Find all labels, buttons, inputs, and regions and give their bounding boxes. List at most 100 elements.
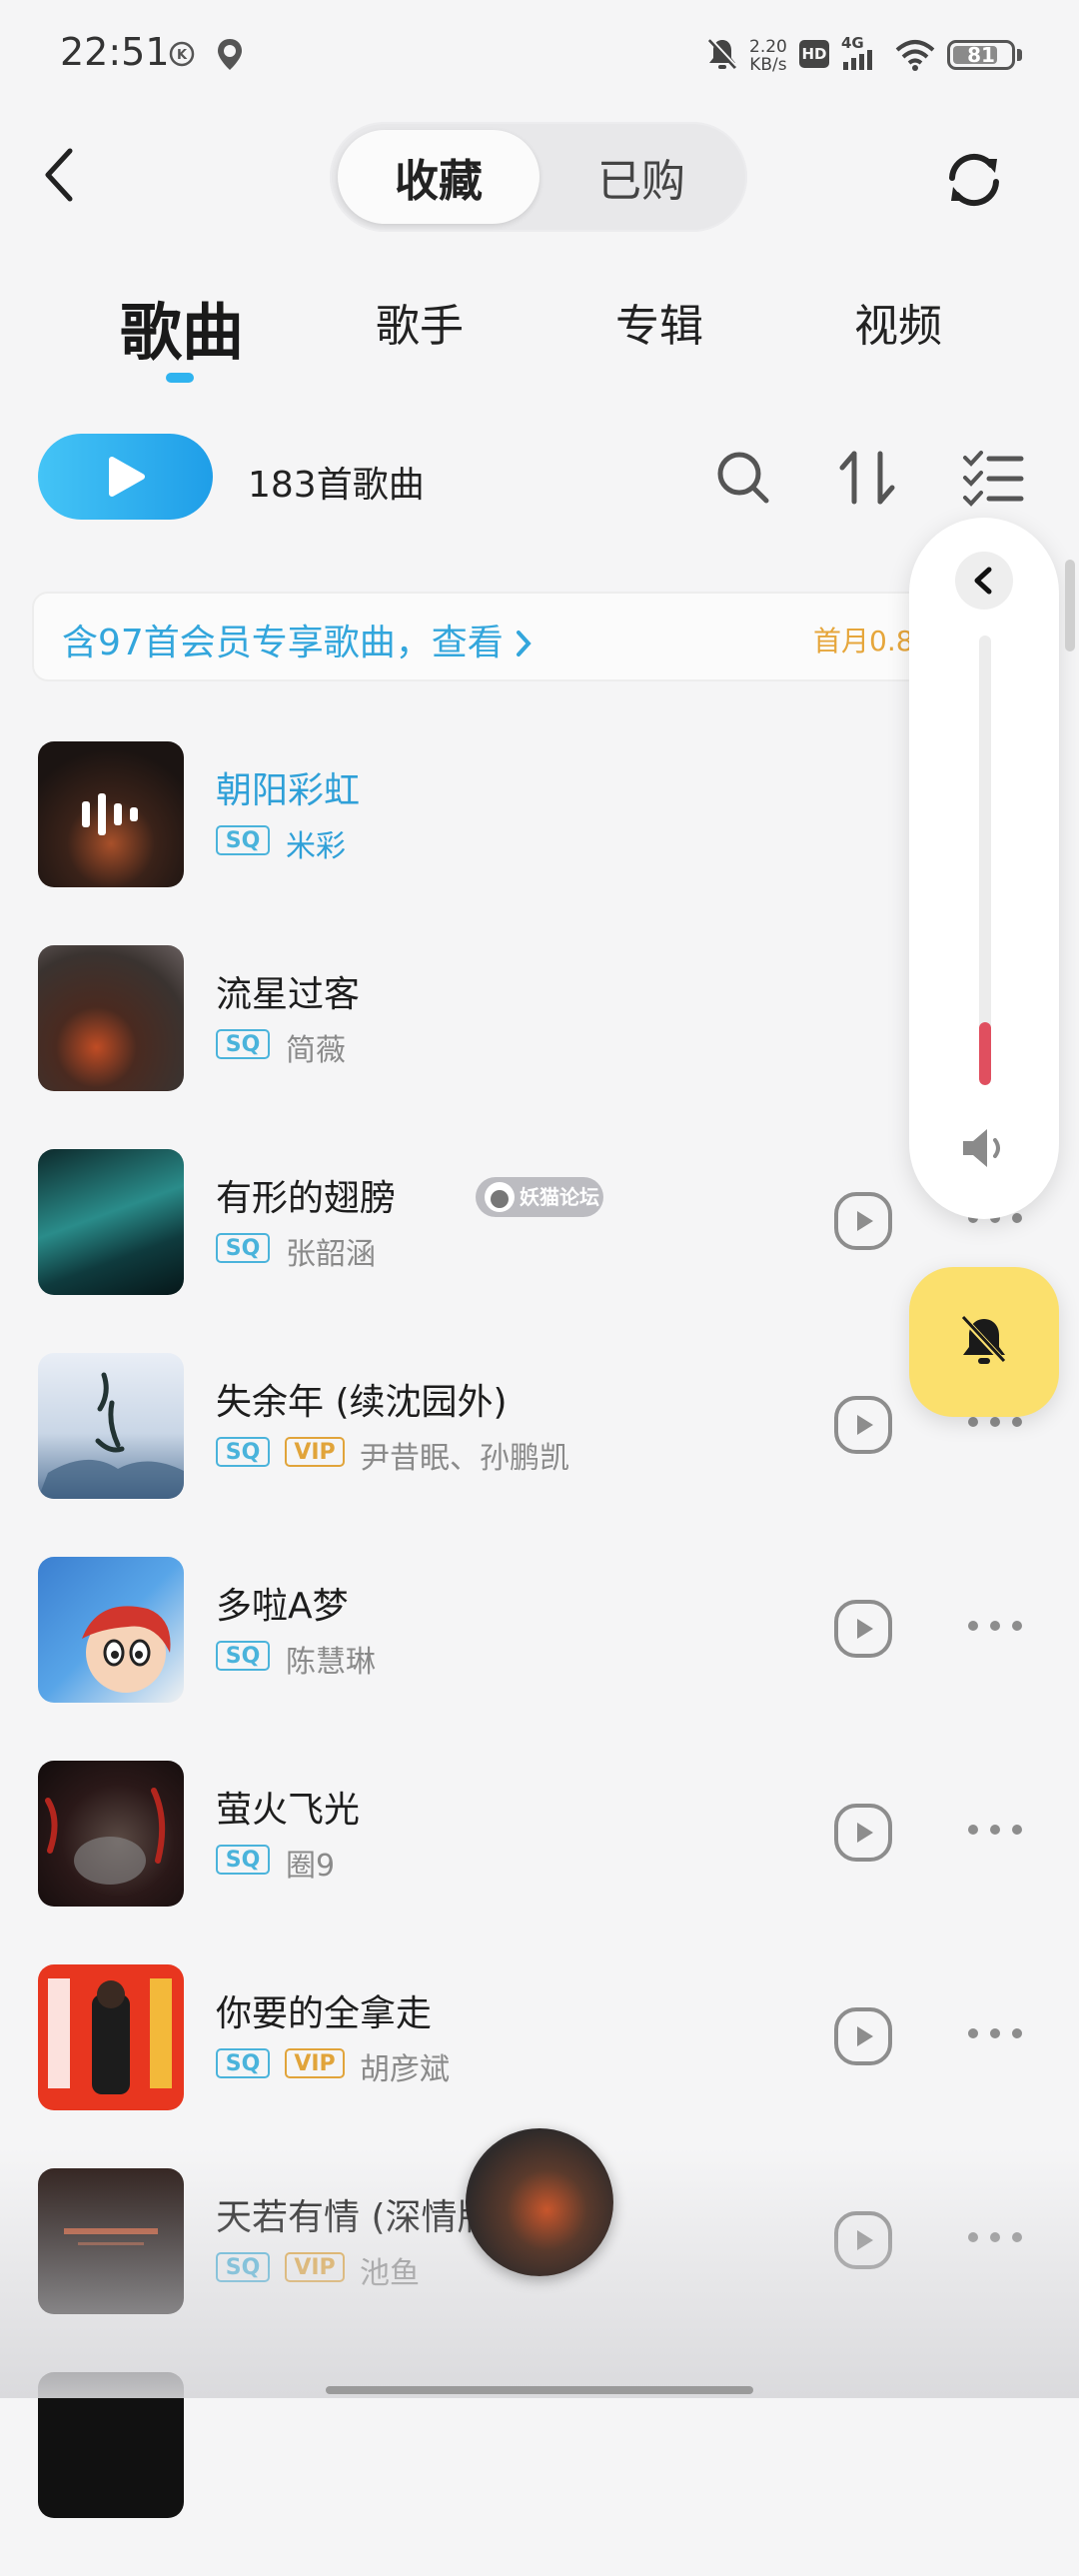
battery-level: 81 xyxy=(967,43,995,67)
volume-slider[interactable] xyxy=(979,636,991,1085)
du-location-icon xyxy=(214,36,246,74)
mute-button[interactable] xyxy=(909,1267,1059,1417)
status-time: 22:51 xyxy=(60,30,170,74)
watermark-text: 妖猫论坛 xyxy=(520,1185,599,1209)
more-icon[interactable] xyxy=(967,1619,1023,1633)
album-cover xyxy=(38,2168,184,2314)
hd-icon: HD xyxy=(799,40,829,68)
tab-artists[interactable]: 歌手 xyxy=(376,290,464,354)
more-icon[interactable] xyxy=(967,1823,1023,1837)
sq-badge: SQ xyxy=(216,2048,270,2078)
sq-badge: SQ xyxy=(216,1437,270,1467)
more-icon[interactable] xyxy=(967,2230,1023,2244)
tab-songs[interactable]: 歌曲 xyxy=(120,282,244,372)
sq-badge: SQ xyxy=(216,1029,270,1059)
poster-art xyxy=(64,2228,158,2245)
sq-badge: SQ xyxy=(216,1641,270,1671)
play-all-button[interactable] xyxy=(38,434,213,520)
play-circle-icon[interactable] xyxy=(833,1599,893,1659)
refresh-button[interactable] xyxy=(939,145,1009,215)
vip-banner-text: 含97首会员专享歌曲，查看 xyxy=(62,614,535,665)
segment-favorites[interactable]: 收藏 xyxy=(338,130,540,224)
mute-bell-icon xyxy=(705,36,739,72)
list-item[interactable]: 多啦A梦 SQ 陈慧琳 xyxy=(0,1557,1079,1761)
song-artist: 圈9 xyxy=(286,1849,336,1884)
sq-badge: SQ xyxy=(216,1845,270,1875)
play-circle-icon[interactable] xyxy=(833,2006,893,2066)
checklist-icon xyxy=(963,451,1024,507)
vip-banner-label: 含97首会员专享歌曲，查看 xyxy=(62,623,516,663)
album-cover xyxy=(38,741,184,887)
multi-select-button[interactable] xyxy=(961,448,1025,508)
refresh-icon xyxy=(949,153,999,207)
vip-badge: VIP xyxy=(285,2252,345,2282)
home-indicator[interactable] xyxy=(326,2386,753,2394)
album-cover xyxy=(38,945,184,1091)
play-circle-icon[interactable] xyxy=(833,2210,893,2270)
k-icon: K xyxy=(168,40,196,68)
sort-icon xyxy=(839,451,895,505)
song-artist: 尹昔眠、孙鹏凯 xyxy=(360,1441,569,1476)
volume-collapse-button[interactable] xyxy=(955,552,1013,610)
album-cover xyxy=(38,1964,184,2110)
vip-banner[interactable]: 含97首会员专享歌曲，查看 首月0.8 xyxy=(32,592,1035,681)
volume-panel xyxy=(909,518,1059,1219)
album-cover xyxy=(38,1353,184,1499)
song-artist: 米彩 xyxy=(286,829,346,864)
tab-videos[interactable]: 视频 xyxy=(854,290,942,354)
chevron-left-icon xyxy=(45,148,73,202)
net-speed-value: 2.20 xyxy=(749,37,787,57)
chevron-right-icon xyxy=(517,631,532,656)
network-speed: 2.20 KB/s xyxy=(749,38,787,74)
mute-bell-icon xyxy=(961,1315,1008,1366)
song-artist: 池鱼 xyxy=(360,2256,420,2291)
song-title: 流星过客 xyxy=(216,974,361,1015)
song-title: 天若有情 (深情版 xyxy=(216,2197,494,2238)
play-circle-icon[interactable] xyxy=(833,1395,893,1455)
now-playing-icon xyxy=(82,793,138,835)
search-icon xyxy=(717,452,769,504)
song-title: 朝阳彩虹 xyxy=(216,770,361,811)
chevron-left-icon xyxy=(974,567,992,595)
tab-albums[interactable]: 专辑 xyxy=(615,290,703,354)
segment-control: 收藏 已购 xyxy=(330,122,747,232)
album-cover xyxy=(38,1761,184,1907)
svg-text:K: K xyxy=(177,48,188,63)
album-cover xyxy=(38,2372,184,2518)
mini-player[interactable] xyxy=(466,2128,613,2276)
hd-label: HD xyxy=(801,45,827,63)
song-title: 失余年 (续沈园外) xyxy=(216,1382,508,1423)
wifi-icon xyxy=(895,38,935,72)
list-item[interactable] xyxy=(0,2372,1079,2576)
play-circle-icon[interactable] xyxy=(833,1191,893,1251)
search-button[interactable] xyxy=(713,448,773,508)
song-artist: 陈慧琳 xyxy=(286,1645,376,1680)
sort-button[interactable] xyxy=(834,446,904,510)
vip-promo: 首月0.8 xyxy=(813,625,914,657)
scrollbar[interactable] xyxy=(1065,560,1075,651)
poster-art xyxy=(48,1978,172,2094)
vip-badge: VIP xyxy=(285,1437,345,1467)
more-icon[interactable] xyxy=(967,2026,1023,2040)
sq-badge: SQ xyxy=(216,2252,270,2282)
back-button[interactable] xyxy=(38,145,118,205)
list-item[interactable]: 萤火飞光 SQ 圈9 xyxy=(0,1761,1079,1964)
more-icon[interactable] xyxy=(967,1415,1023,1429)
album-cover xyxy=(38,1557,184,1703)
signal-label: 4G xyxy=(841,34,864,52)
play-circle-icon[interactable] xyxy=(833,1803,893,1863)
segment-purchased[interactable]: 已购 xyxy=(541,130,741,224)
speaker-icon xyxy=(959,1125,1013,1171)
song-artist: 张韶涵 xyxy=(286,1237,376,1272)
song-artist: 胡彦斌 xyxy=(360,2052,450,2087)
song-title: 多啦A梦 xyxy=(216,1586,349,1627)
net-speed-unit: KB/s xyxy=(749,55,787,75)
play-icon xyxy=(109,457,145,497)
sq-badge: SQ xyxy=(216,1233,270,1263)
tab-indicator xyxy=(166,373,194,383)
battery-icon: 81 xyxy=(947,40,1015,70)
cartoon-art xyxy=(82,1606,171,1693)
song-title: 有形的翅膀 xyxy=(216,1178,397,1219)
calligraphy-art xyxy=(38,1372,184,1499)
song-title: 萤火飞光 xyxy=(216,1790,361,1831)
